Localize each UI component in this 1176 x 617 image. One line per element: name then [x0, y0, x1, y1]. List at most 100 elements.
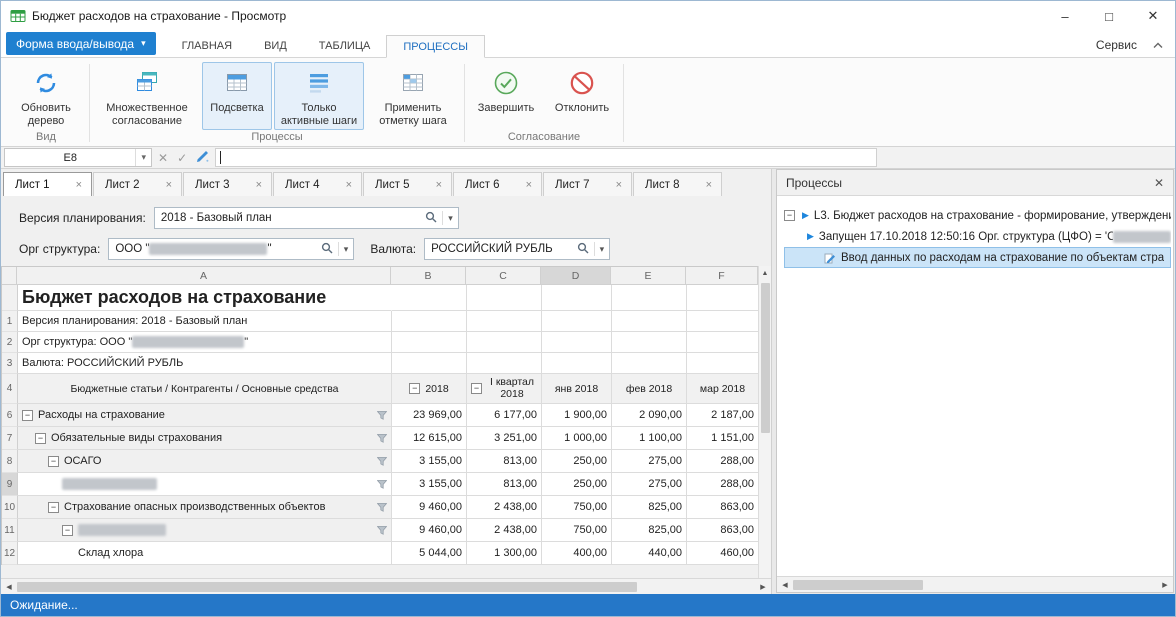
scroll-right-icon[interactable]: ▶ — [755, 579, 771, 594]
cell[interactable]: 250,00 — [542, 450, 612, 473]
cell[interactable]: 440,00 — [612, 542, 687, 565]
cell[interactable]: −Обязательные виды страхования — [18, 427, 392, 450]
sheet-tab-3[interactable]: Лист 3× — [183, 172, 272, 196]
cell[interactable]: 288,00 — [687, 473, 759, 496]
close-sheet-icon[interactable]: × — [76, 179, 82, 191]
filter-funnel-icon[interactable] — [373, 434, 387, 443]
multi-approval-button[interactable]: Множественное согласование — [94, 62, 200, 130]
scrollbar-thumb[interactable] — [793, 580, 923, 590]
formula-input[interactable] — [215, 148, 877, 167]
close-sheet-icon[interactable]: × — [526, 179, 532, 191]
cell[interactable]: 1 900,00 — [542, 404, 612, 427]
row-header[interactable]: 11 — [2, 519, 18, 542]
header-cell[interactable]: мар 2018 — [687, 374, 759, 404]
row-header[interactable]: 3 — [2, 353, 18, 374]
scroll-right-icon[interactable]: ▶ — [1157, 577, 1173, 592]
reject-button[interactable]: Отклонить — [545, 62, 619, 130]
filter-funnel-icon[interactable] — [373, 480, 387, 489]
filter-funnel-icon[interactable] — [373, 457, 387, 466]
filter-funnel-icon[interactable] — [373, 503, 387, 512]
cell[interactable]: 750,00 — [542, 496, 612, 519]
scrollbar-thumb[interactable] — [17, 582, 637, 592]
column-header-C[interactable]: C — [466, 267, 541, 285]
close-button[interactable]: ✕ — [1131, 1, 1175, 31]
search-icon[interactable] — [577, 242, 589, 257]
sheet-tab-7[interactable]: Лист 7× — [543, 172, 632, 196]
chevron-down-icon[interactable]: ▾ — [448, 213, 453, 224]
header-cell[interactable]: янв 2018 — [542, 374, 612, 404]
cell[interactable]: 1 300,00 — [467, 542, 542, 565]
row-header[interactable]: 12 — [2, 542, 18, 565]
row-header[interactable]: 4 — [2, 374, 18, 404]
scroll-up-icon[interactable]: ▲ — [757, 266, 773, 281]
sheet-tab-1[interactable]: Лист 1× — [3, 172, 92, 196]
cell-reference-box[interactable]: E8 ▾ — [4, 148, 152, 167]
report-title-cell[interactable]: Бюджет расходов на страхование — [18, 285, 392, 311]
row-header[interactable]: 1 — [2, 311, 18, 332]
header-cell[interactable]: −2018 — [392, 374, 467, 404]
cell[interactable]: 863,00 — [687, 496, 759, 519]
cell[interactable] — [542, 332, 612, 353]
cell[interactable] — [392, 353, 467, 374]
cell[interactable] — [542, 285, 612, 311]
cell[interactable] — [392, 285, 467, 311]
minimize-button[interactable]: – — [1043, 1, 1087, 31]
cell[interactable]: 3 251,00 — [467, 427, 542, 450]
row-header[interactable]: 6 — [2, 404, 18, 427]
grid-corner[interactable] — [2, 267, 17, 285]
cell[interactable]: 750,00 — [542, 519, 612, 542]
cell[interactable]: 3 155,00 — [392, 473, 467, 496]
cell[interactable]: 23 969,00 — [392, 404, 467, 427]
cell[interactable]: 813,00 — [467, 473, 542, 496]
cell[interactable]: −ОСАГО — [18, 450, 392, 473]
collapse-icon[interactable]: − — [784, 210, 795, 221]
process-tree-item[interactable]: − ▶ L3. Бюджет расходов на страхование -… — [784, 205, 1171, 226]
cell[interactable] — [467, 311, 542, 332]
chevron-down-icon[interactable]: ▾ — [600, 244, 605, 255]
vertical-scrollbar[interactable]: ▲ — [758, 266, 771, 578]
collapse-icon[interactable]: − — [22, 410, 33, 421]
chevron-down-icon[interactable]: ▾ — [344, 244, 349, 255]
cell[interactable]: − — [18, 519, 392, 542]
row-header[interactable]: 8 — [2, 450, 18, 473]
cell[interactable]: 9 460,00 — [392, 496, 467, 519]
cell[interactable]: Склад хлора — [18, 542, 392, 565]
header-cell[interactable]: −I квартал 2018 — [467, 374, 542, 404]
process-step-item[interactable]: Ввод данных по расходам на страхование п… — [784, 247, 1171, 268]
cell[interactable]: 275,00 — [612, 450, 687, 473]
cell[interactable]: −Страхование опасных производственных об… — [18, 496, 392, 519]
active-steps-only-button[interactable]: Только активные шаги — [274, 62, 364, 130]
form-io-menu-button[interactable]: Форма ввода/вывода ▾ — [6, 32, 156, 55]
cell[interactable]: 2 438,00 — [467, 519, 542, 542]
cell[interactable]: 5 044,00 — [392, 542, 467, 565]
search-icon[interactable] — [425, 211, 437, 226]
formula-pen-icon[interactable] — [196, 150, 209, 166]
cell[interactable] — [612, 285, 687, 311]
close-sheet-icon[interactable]: × — [436, 179, 442, 191]
cell[interactable] — [687, 353, 759, 374]
sheet-tab-8[interactable]: Лист 8× — [633, 172, 722, 196]
collapse-icon[interactable]: − — [471, 383, 482, 394]
header-cell[interactable]: фев 2018 — [612, 374, 687, 404]
org-filter-select[interactable]: ООО " " ▾ — [108, 238, 354, 260]
collapse-icon[interactable]: − — [62, 525, 73, 536]
cell[interactable] — [612, 311, 687, 332]
confirm-entry-icon[interactable]: ✓ — [177, 151, 187, 165]
cell[interactable] — [392, 311, 467, 332]
horizontal-scrollbar[interactable]: ◀ ▶ — [777, 576, 1173, 592]
sheet-tab-6[interactable]: Лист 6× — [453, 172, 542, 196]
maximize-button[interactable]: □ — [1087, 1, 1131, 31]
cell[interactable]: 863,00 — [687, 519, 759, 542]
cell[interactable]: 9 460,00 — [392, 519, 467, 542]
cell[interactable]: 460,00 — [687, 542, 759, 565]
cell[interactable]: 2 090,00 — [612, 404, 687, 427]
cell[interactable] — [18, 473, 392, 496]
row-header[interactable] — [2, 285, 18, 311]
cell[interactable]: 3 155,00 — [392, 450, 467, 473]
process-instance-item[interactable]: ▶ Запущен 17.10.2018 12:50:16 Орг. струк… — [784, 226, 1171, 247]
cell[interactable]: 1 100,00 — [612, 427, 687, 450]
scrollbar-thumb[interactable] — [761, 283, 770, 433]
close-panel-icon[interactable]: ✕ — [1154, 176, 1164, 190]
cell[interactable]: 825,00 — [612, 496, 687, 519]
cell[interactable]: 288,00 — [687, 450, 759, 473]
